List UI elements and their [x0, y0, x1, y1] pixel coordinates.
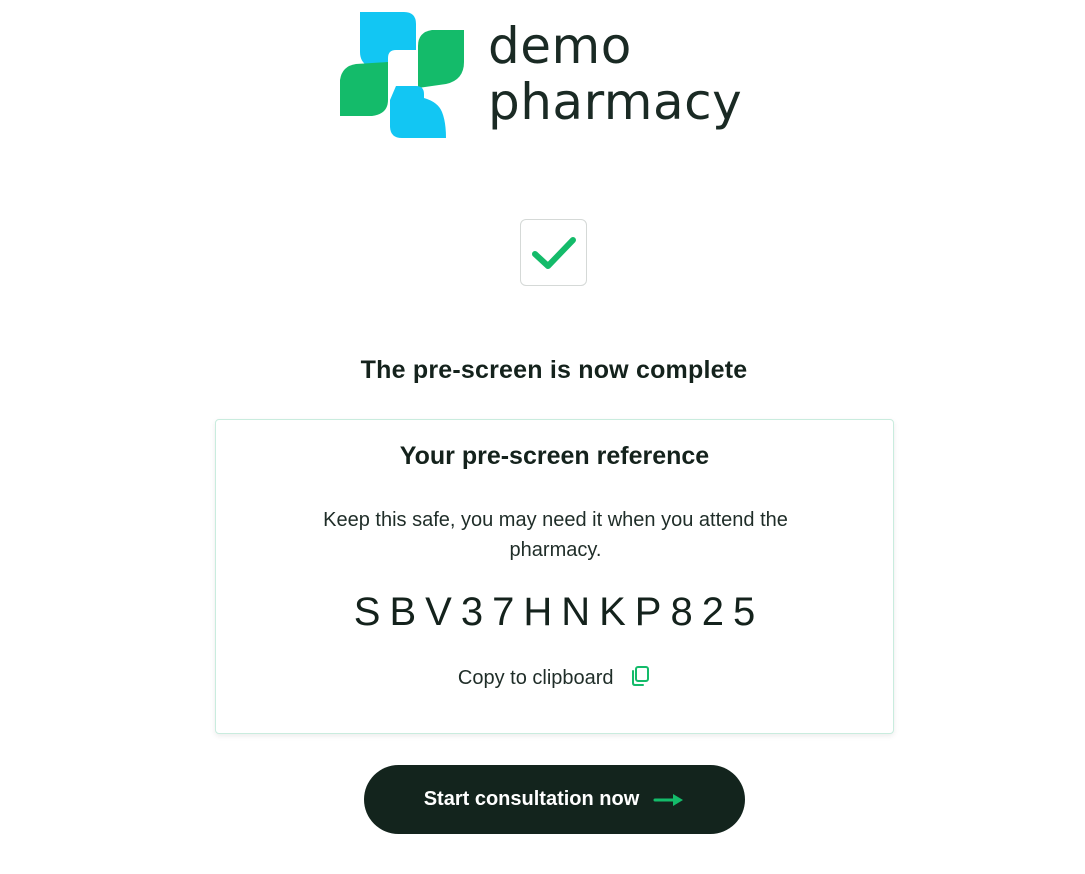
reference-card-title: Your pre-screen reference — [399, 442, 710, 470]
copy-to-clipboard-row: Copy to clipboard — [216, 665, 893, 690]
copy-to-clipboard-link[interactable]: Copy to clipboard — [457, 665, 651, 689]
start-consultation-label: Start consultation now — [423, 788, 640, 810]
brand-logo: demo pharmacy — [338, 10, 778, 140]
success-indicator — [520, 219, 587, 286]
page-title: The pre-screen is now complete — [360, 356, 748, 384]
brand-name-line2: pharmacy — [488, 73, 743, 131]
reference-card: Your pre-screen reference Keep this safe… — [215, 419, 894, 734]
start-consultation-button[interactable]: Start consultation now — [364, 765, 745, 834]
reference-card-description: Keep this safe, you may need it when you… — [323, 509, 788, 561]
brand-name: demo pharmacy — [488, 18, 742, 130]
copy-icon[interactable] — [629, 665, 651, 687]
pharmacy-cross-logo-icon — [340, 12, 464, 138]
reference-code: SBV37HNKP825 — [353, 590, 765, 634]
brand-name-line1: demo — [488, 17, 632, 75]
checkmark-icon — [532, 237, 576, 269]
copy-to-clipboard-label: Copy to clipboard — [457, 667, 614, 689]
arrow-right-icon — [653, 793, 684, 806]
